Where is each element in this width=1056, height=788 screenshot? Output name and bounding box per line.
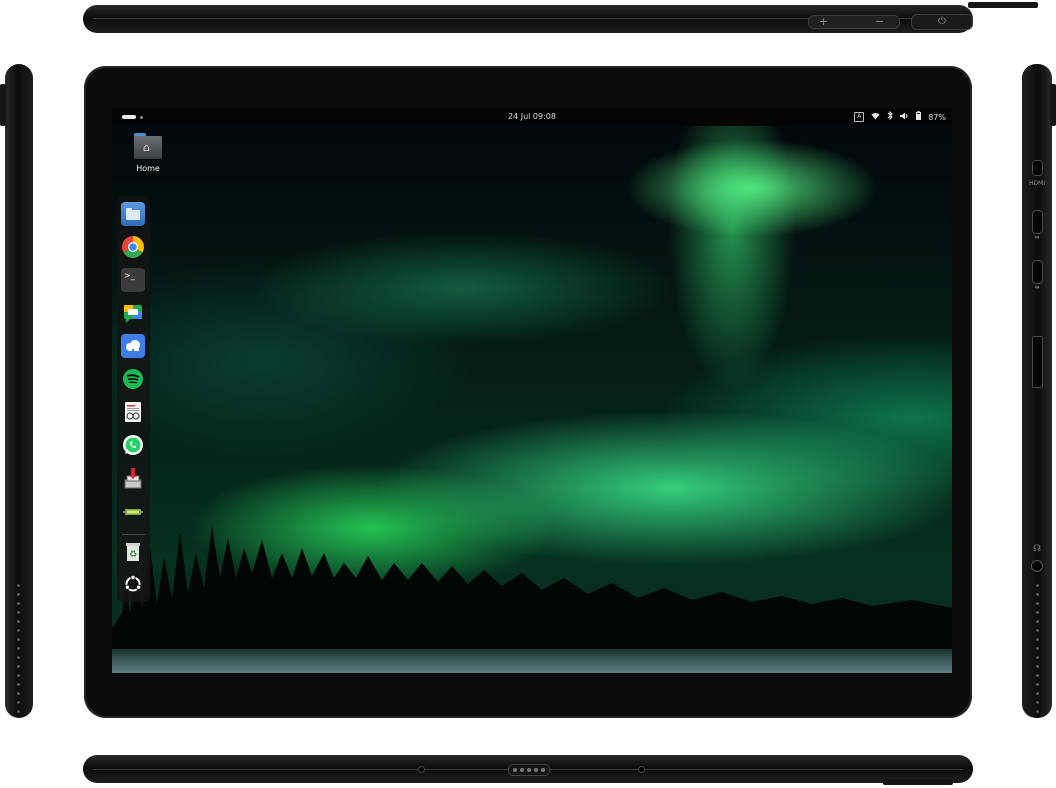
dock-item-chrome[interactable] bbox=[121, 235, 145, 259]
side-stub bbox=[0, 84, 6, 126]
dock-item-trash[interactable]: ♻ bbox=[121, 539, 145, 563]
usb-icon: ⇹ bbox=[1034, 234, 1040, 241]
forest-silhouette bbox=[112, 526, 952, 653]
battery-percent: 87% bbox=[928, 112, 946, 122]
usb-c-port bbox=[1032, 260, 1043, 284]
keyboard-icon[interactable]: A bbox=[854, 112, 865, 122]
audio-jack bbox=[1031, 560, 1043, 572]
clock[interactable]: 24 Jul 09:08 bbox=[112, 112, 952, 121]
document-icon bbox=[121, 400, 145, 424]
usb-c-port bbox=[1032, 210, 1043, 234]
tablet-left-edge bbox=[0, 64, 33, 719]
edge-notch bbox=[883, 779, 953, 785]
hdmi-port bbox=[1032, 160, 1043, 176]
ubuntu-icon bbox=[121, 572, 145, 596]
side-stub bbox=[1050, 84, 1056, 126]
home-label[interactable]: Home bbox=[124, 164, 172, 173]
battery-icon[interactable] bbox=[916, 111, 922, 123]
system-tray[interactable]: A 87% bbox=[854, 110, 946, 123]
headphone-icon: ☊ bbox=[1033, 544, 1041, 554]
dock-item-chat[interactable] bbox=[121, 301, 145, 325]
edge-notch bbox=[968, 2, 1038, 8]
chat-icon bbox=[121, 301, 145, 325]
tablet-right-edge: HDMI ⇹ ⇹ ☊ bbox=[1022, 64, 1056, 719]
whatsapp-icon bbox=[121, 433, 145, 457]
volume-icon[interactable] bbox=[900, 112, 909, 123]
spotify-icon bbox=[121, 367, 145, 391]
dock-item-spotify[interactable] bbox=[121, 367, 145, 391]
card-slot bbox=[1032, 336, 1043, 388]
wifi-icon[interactable] bbox=[871, 112, 880, 123]
dock-item-cloud[interactable] bbox=[121, 334, 145, 358]
dock-item-installer[interactable] bbox=[121, 466, 145, 490]
folder-icon bbox=[121, 202, 145, 226]
volume-up-label: + bbox=[819, 15, 829, 28]
installer-icon bbox=[121, 466, 145, 490]
dock-item-files[interactable] bbox=[121, 202, 145, 226]
power-button[interactable]: ⏻ bbox=[911, 14, 973, 30]
cloud-icon bbox=[121, 334, 145, 358]
bluetooth-icon[interactable] bbox=[887, 110, 893, 123]
screen: 24 Jul 09:08 A 87% ⌂ Home >_ ♻ bbox=[112, 108, 952, 673]
speaker-grille bbox=[17, 584, 20, 719]
svg-text:♻: ♻ bbox=[129, 550, 137, 560]
hdmi-label: HDMI bbox=[1028, 180, 1046, 187]
dock-item-terminal[interactable]: >_ bbox=[121, 268, 145, 292]
dock-item-whatsapp[interactable] bbox=[121, 433, 145, 457]
dock-item-show-apps[interactable] bbox=[121, 572, 145, 596]
drive-icon bbox=[121, 499, 145, 523]
terminal-icon: >_ bbox=[121, 268, 145, 292]
trash-icon: ♻ bbox=[121, 539, 145, 563]
volume-rocker[interactable]: + − bbox=[808, 15, 900, 29]
home-folder-icon[interactable]: ⌂ bbox=[132, 133, 164, 159]
tablet-top-edge: + − ⏻ bbox=[83, 2, 1038, 33]
pogo-connector bbox=[508, 764, 550, 776]
chrome-icon bbox=[121, 235, 145, 259]
volume-down-label: − bbox=[875, 15, 885, 28]
dock-item-document-viewer[interactable] bbox=[121, 400, 145, 424]
snow-field bbox=[112, 649, 952, 673]
speaker-grille bbox=[1036, 584, 1039, 719]
dock-separator bbox=[122, 534, 145, 535]
power-icon: ⏻ bbox=[938, 16, 946, 27]
top-bar: 24 Jul 09:08 A 87% bbox=[112, 108, 952, 126]
dock: >_ ♻ bbox=[117, 196, 150, 602]
screw-hole bbox=[418, 766, 425, 773]
tablet-bottom-edge bbox=[83, 755, 973, 785]
usb-icon: ⇹ bbox=[1034, 284, 1040, 291]
dock-item-drive[interactable] bbox=[121, 499, 145, 523]
screw-hole bbox=[638, 766, 645, 773]
